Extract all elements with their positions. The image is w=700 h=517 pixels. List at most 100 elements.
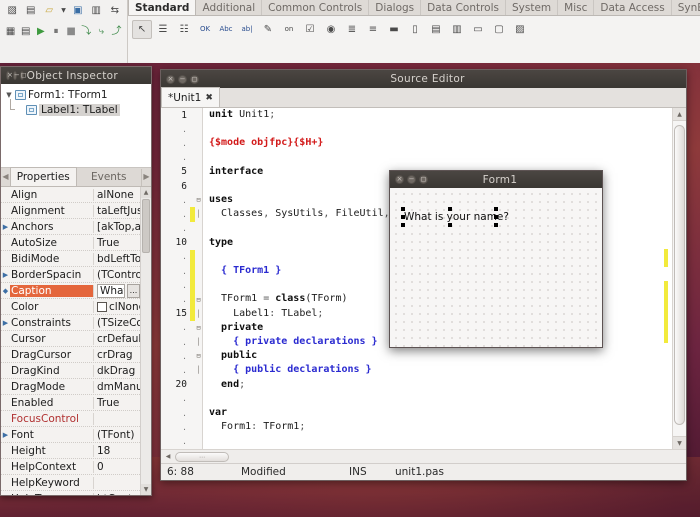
property-row-caption[interactable]: ◆CaptionWhat is yo... [1, 283, 140, 299]
code-line[interactable]: public [203, 349, 672, 363]
open-recent-icon[interactable]: ▱ [42, 2, 56, 20]
close-tab-icon[interactable]: ✖ [205, 93, 213, 103]
tab-properties[interactable]: Properties [10, 167, 77, 186]
maximize-icon[interactable]: ◻ [20, 71, 24, 80]
tab-events[interactable]: Events [77, 169, 143, 186]
scrollbar-thumb[interactable] [142, 199, 150, 253]
palette-tab-additional[interactable]: Additional [196, 0, 262, 15]
gutter-line[interactable]: 1 [161, 108, 202, 122]
resize-handle-s[interactable] [448, 223, 452, 227]
scroll-down-icon[interactable]: ▼ [141, 484, 151, 495]
tpopupmenu-icon[interactable]: ☷ [174, 20, 194, 39]
code-line[interactable] [203, 122, 672, 136]
tabs-scroll-left-icon[interactable]: ◀ [1, 168, 10, 186]
component-tree[interactable]: ▼Form1: TForm1Label1: TLabel [1, 84, 151, 168]
property-value-cell[interactable]: bdLeftToRight [94, 253, 140, 265]
gutter-line[interactable]: .⊟ [161, 349, 202, 363]
new-form-icon[interactable]: ▦ [5, 23, 16, 41]
expand-arrow-icon[interactable]: ◆ [1, 287, 10, 295]
property-value-cell[interactable]: taLeftJustify [94, 205, 140, 217]
save-all-icon[interactable]: ▥ [89, 2, 103, 20]
form-designer-window[interactable]: × − ◻ Form1 What is your name? [389, 170, 603, 348]
minimize-icon[interactable]: − [13, 71, 17, 80]
property-row-enabled[interactable]: EnabledTrue [1, 395, 140, 411]
resize-handle-n[interactable] [448, 207, 452, 211]
property-row-autosize[interactable]: AutoSizeTrue [1, 235, 140, 251]
property-row-bidimode[interactable]: BidiModebdLeftToRight [1, 251, 140, 267]
ttogglebox-icon[interactable]: on [279, 20, 299, 39]
run-icon[interactable]: ▶ [35, 23, 46, 41]
editor-vertical-scrollbar[interactable]: ▲ ▼ [672, 108, 686, 449]
fold-collapse-icon[interactable]: ⊟ [195, 296, 202, 304]
property-value-cell[interactable]: crDefault [94, 333, 140, 345]
property-value-cell[interactable]: htContext [94, 493, 140, 496]
property-row-helpkeyword[interactable]: HelpKeyword [1, 475, 140, 491]
gutter-line[interactable]: 5 [161, 165, 202, 179]
property-value-cell[interactable]: dmManual [94, 381, 140, 393]
open-recent-dropdown-icon[interactable]: ▼ [60, 2, 66, 20]
expand-arrow-icon[interactable]: ▶ [1, 223, 10, 231]
scroll-left-icon[interactable]: ◀ [163, 453, 173, 460]
tmemo-icon[interactable]: ✎ [258, 20, 278, 39]
editor-horizontal-scrollbar[interactable]: ◀ ⋯ [161, 449, 686, 463]
resize-handle-sw[interactable] [401, 223, 405, 227]
property-value-cell[interactable]: (TControlBord [94, 269, 140, 281]
gutter-line[interactable]: 10 [161, 236, 202, 250]
toggle-form-unit-icon[interactable]: ⇆ [108, 2, 122, 20]
hscroll-thumb[interactable]: ⋯ [175, 452, 229, 462]
gutter-line[interactable]: 15│ [161, 307, 202, 321]
view-units-icon[interactable]: ▤ [20, 23, 31, 41]
close-icon[interactable]: × [6, 71, 10, 80]
property-value-cell[interactable]: (TSizeConstrai [94, 317, 140, 329]
gutter-line[interactable]: . [161, 406, 202, 420]
gutter-line[interactable]: .⊟ [161, 193, 202, 207]
scrollbar-track[interactable] [141, 254, 151, 484]
property-row-font[interactable]: ▶Font(TFont) [1, 427, 140, 443]
palette-tab-data-controls[interactable]: Data Controls [421, 0, 506, 15]
gutter-line[interactable]: .│ [161, 363, 202, 377]
property-value-cell[interactable]: True [94, 237, 140, 249]
gutter-line[interactable]: . [161, 278, 202, 292]
step-out-icon[interactable]: ⤴ [111, 23, 122, 41]
property-value-cell[interactable]: [akTop,akLeft [94, 221, 140, 233]
property-row-align[interactable]: AlignalNone [1, 187, 140, 203]
gutter-line[interactable]: 25 [161, 449, 202, 450]
property-row-constraints[interactable]: ▶Constraints(TSizeConstrai [1, 315, 140, 331]
property-row-anchors[interactable]: ▶Anchors[akTop,akLeft [1, 219, 140, 235]
tlistbox-icon[interactable]: ≣ [342, 20, 362, 39]
property-value-cell[interactable]: crDrag [94, 349, 140, 361]
scroll-up-icon[interactable]: ▲ [673, 108, 686, 121]
pointer-tool-icon[interactable]: ↖ [132, 20, 152, 39]
vscroll-track[interactable] [673, 121, 686, 436]
properties-scrollbar[interactable]: ▲ ▼ [140, 187, 151, 495]
palette-tab-data-access[interactable]: Data Access [594, 0, 671, 15]
gutter-line[interactable]: .⊟ [161, 321, 202, 335]
maximize-icon[interactable]: ◻ [419, 175, 428, 184]
gutter-line[interactable]: .│ [161, 207, 202, 221]
gutter-line[interactable]: 20 [161, 378, 202, 392]
palette-tab-misc[interactable]: Misc [558, 0, 594, 15]
tedit-icon[interactable]: ab| [237, 20, 257, 39]
property-value-cell[interactable]: dkDrag [94, 365, 140, 377]
property-value-cell[interactable]: 18 [94, 445, 140, 457]
property-row-alignment[interactable]: AlignmenttaLeftJustify [1, 203, 140, 219]
caption-ellipsis-button[interactable]: ... [127, 284, 140, 298]
pause-icon[interactable]: ⏸ [50, 23, 61, 41]
tree-node-label1[interactable]: Label1: TLabel [3, 102, 149, 117]
code-line[interactable] [203, 434, 672, 448]
property-row-dragcursor[interactable]: DragCursorcrDrag [1, 347, 140, 363]
palette-tab-dialogs[interactable]: Dialogs [369, 0, 421, 15]
maximize-icon[interactable]: ◻ [190, 75, 199, 84]
resize-handle-w[interactable] [401, 215, 405, 219]
tradiogroup-icon[interactable]: ▤ [426, 20, 446, 39]
palette-tab-synedit[interactable]: SynEdit [672, 0, 700, 15]
save-icon[interactable]: ▣ [71, 2, 85, 20]
resize-handle-nw[interactable] [401, 207, 405, 211]
gutter-line[interactable]: . [161, 264, 202, 278]
gutter-line[interactable]: .│ [161, 335, 202, 349]
tmainmenu-icon[interactable]: ☰ [153, 20, 173, 39]
close-icon[interactable]: × [395, 175, 404, 184]
property-row-height[interactable]: Height18 [1, 443, 140, 459]
color-swatch-icon[interactable] [97, 302, 107, 312]
property-row-borderspacin[interactable]: ▶BorderSpacin(TControlBord [1, 267, 140, 283]
